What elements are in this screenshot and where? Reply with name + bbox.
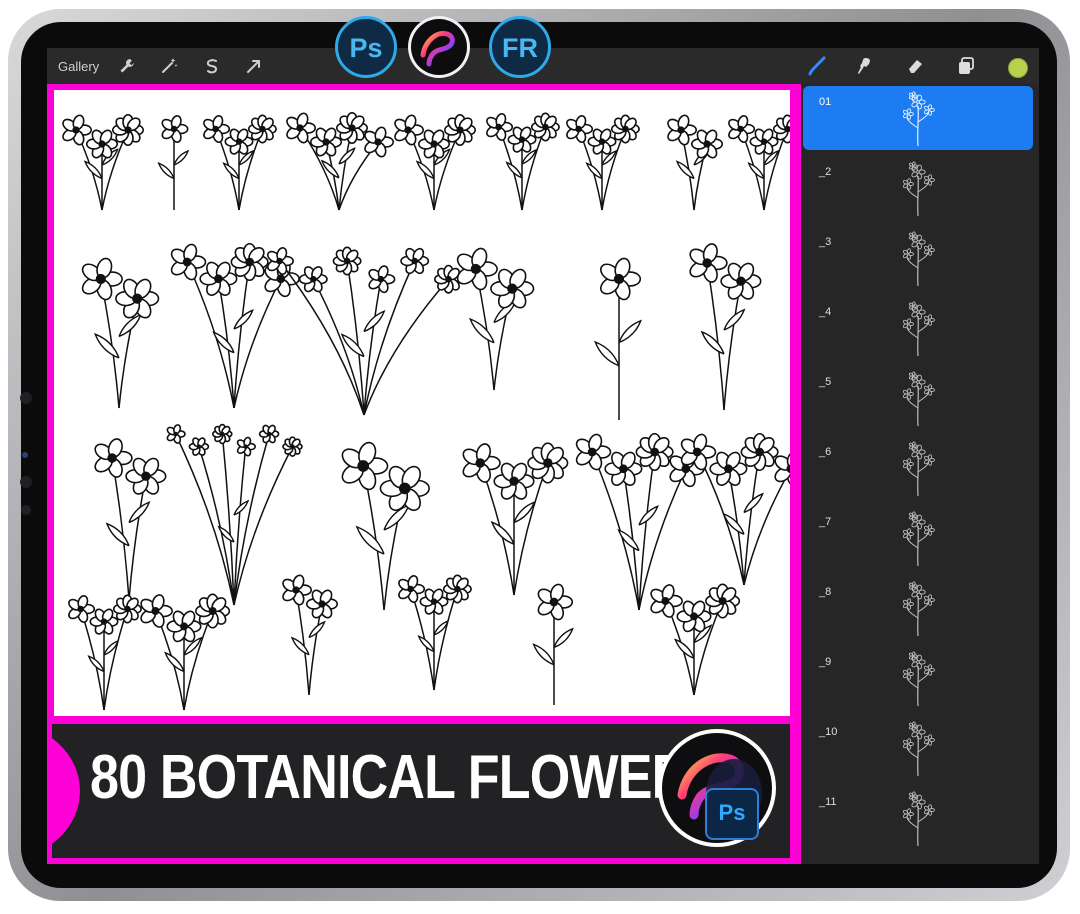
layer-thumbnail [902, 791, 935, 847]
layer-row[interactable]: _3 [803, 226, 1033, 290]
side-sensor-2 [20, 476, 32, 488]
layer-row[interactable]: _7 [803, 506, 1033, 570]
layer-thumbnail [902, 161, 935, 217]
layer-thumbnail [902, 301, 935, 357]
layer-row[interactable]: _8 [803, 576, 1033, 640]
procreate-badge [408, 16, 470, 78]
eraser-icon[interactable] [905, 56, 925, 76]
layer-name: _4 [819, 306, 832, 318]
flower-sketch [728, 114, 790, 211]
layer-row[interactable]: _11 [803, 786, 1033, 850]
layer-row[interactable]: _2 [803, 156, 1033, 220]
side-sensor-1 [20, 392, 32, 404]
layer-row[interactable]: _10 [803, 716, 1033, 780]
layer-row[interactable]: 01 [803, 86, 1033, 150]
flower-sketch [286, 111, 395, 211]
wrench-icon[interactable] [118, 57, 136, 75]
photoshop-badge: Ps [335, 16, 397, 78]
layer-thumbnail [902, 91, 935, 147]
layer-thumbnail [902, 721, 935, 777]
gallery-button[interactable]: Gallery [58, 59, 99, 74]
layer-name: _9 [819, 656, 832, 668]
flower-sketch [650, 583, 741, 696]
flower-sketch [68, 594, 142, 711]
flower-sketch [689, 243, 762, 411]
layer-name: _7 [819, 516, 832, 528]
layer-name: _3 [819, 236, 832, 248]
flower-sketch [282, 574, 339, 696]
flower-sketch [486, 112, 560, 211]
flower-sketch [166, 423, 303, 606]
magic-wand-icon[interactable] [160, 57, 178, 75]
flower-sketch [680, 432, 790, 586]
flower-sketch [594, 257, 643, 421]
layer-name: _6 [819, 446, 832, 458]
selection-icon[interactable] [203, 57, 221, 75]
photoshop-icon: Ps [705, 788, 759, 840]
layer-thumbnail [902, 511, 935, 567]
brush-icon[interactable] [807, 56, 827, 76]
layers-icon[interactable] [956, 56, 976, 76]
flower-sketch [394, 113, 477, 211]
layers-panel: 01 _2 _3 _4 _5 _6 _7 _8 _9 _10 _11 [801, 84, 1039, 864]
side-sensor-3 [21, 505, 31, 515]
layer-row[interactable]: _9 [803, 646, 1033, 710]
side-sensor-dot [22, 452, 28, 458]
flower-sketch [62, 113, 145, 211]
flower-sketch [157, 115, 190, 210]
smudge-icon[interactable] [855, 56, 875, 76]
flower-sketch [81, 257, 160, 409]
flower-sketch [398, 574, 472, 691]
flower-sketch [456, 247, 535, 391]
layer-name: _5 [819, 376, 832, 388]
layer-name: _11 [819, 796, 837, 808]
layer-row[interactable]: _5 [803, 366, 1033, 430]
transform-arrow-icon[interactable] [245, 57, 263, 75]
layer-name: _2 [819, 166, 832, 178]
layer-row[interactable]: _6 [803, 436, 1033, 500]
flower-sketch [140, 593, 231, 711]
procreate-screen: Gallery 80 BOTANICAL FLOWER Ps 01 _2 _3 … [47, 48, 1039, 864]
color-picker-swatch[interactable] [1008, 58, 1028, 78]
flower-sketch [267, 246, 463, 416]
layer-thumbnail [902, 231, 935, 287]
drawing-canvas[interactable] [54, 90, 790, 716]
flower-sketch [462, 442, 569, 596]
layer-thumbnail [902, 581, 935, 637]
layer-name: _8 [819, 586, 832, 598]
flower-sketch [532, 583, 574, 706]
flower-sketch [203, 114, 277, 211]
layer-row[interactable]: _4 [803, 296, 1033, 360]
layer-name: 01 [819, 96, 832, 108]
flower-sketch [667, 114, 724, 211]
layer-name: _10 [819, 726, 838, 738]
layer-thumbnail [902, 441, 935, 497]
procreate-logo [411, 19, 467, 75]
fr-badge: FR [489, 16, 551, 78]
banner-magenta-curve [52, 724, 80, 858]
banner-title: 80 BOTANICAL FLOWER [90, 743, 689, 812]
flower-sketch [566, 114, 640, 211]
flower-sketch [94, 438, 167, 601]
layer-thumbnail [902, 371, 935, 427]
botanical-flower-sketches [62, 111, 790, 711]
layer-thumbnail [902, 651, 935, 707]
